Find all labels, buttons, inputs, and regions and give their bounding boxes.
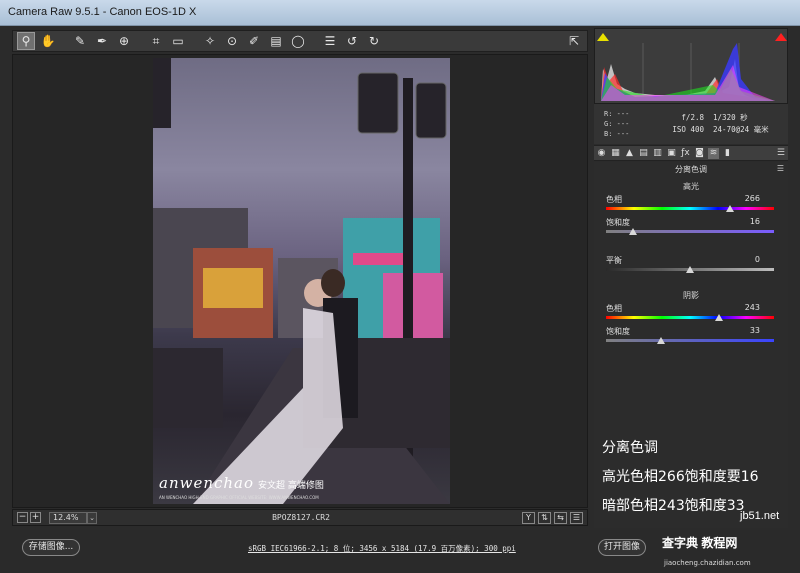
site-watermark-top: jb51.net: [740, 510, 780, 522]
panel-menu-icon[interactable]: ☰: [777, 148, 785, 158]
slider-thumb[interactable]: [726, 205, 735, 212]
panel-tab-7[interactable]: ƒx: [680, 148, 691, 159]
panel-tab-2[interactable]: ▦: [610, 148, 621, 159]
view-option-3-icon[interactable]: ⇆: [554, 511, 567, 524]
view-option-1-icon[interactable]: Y: [522, 511, 535, 524]
rgb-readout: R: --- G: --- B: ---: [604, 110, 630, 138]
note-line-1: 分离色调: [602, 440, 658, 456]
workflow-options-link[interactable]: sRGB IEC61966-2.1; 8 位; 3456 x 5184 (17.…: [248, 543, 516, 554]
panel-tab-5[interactable]: ▥: [652, 148, 663, 159]
shadows-hue-slider[interactable]: 色相 243: [606, 303, 774, 327]
histogram: [594, 28, 788, 104]
preferences-icon[interactable]: ☰: [321, 32, 339, 50]
panel-tab-8[interactable]: ◙: [694, 148, 705, 159]
radial-filter-icon[interactable]: ◯: [289, 32, 307, 50]
window-title: Camera Raw 9.5.1 - Canon EOS-1D X: [8, 6, 197, 18]
shadows-saturation-slider[interactable]: 饱和度 33: [606, 326, 774, 350]
white-balance-tool-icon[interactable]: ✎: [71, 32, 89, 50]
panel-tab-6[interactable]: ▣: [666, 148, 677, 159]
slider-track[interactable]: [606, 339, 774, 342]
slider-track[interactable]: [606, 316, 774, 319]
red-eye-removal-tool-icon[interactable]: ⊙: [223, 32, 241, 50]
image-preview-area: anwenchao 安文超 高端修图 AN WENCHAO HIGH-END GR…: [12, 54, 588, 508]
panel-tab-1[interactable]: ◉: [596, 148, 607, 159]
view-options: Y ⇅ ⇆ ☰: [522, 511, 583, 524]
targeted-adjustment-tool-icon[interactable]: ⊕: [115, 32, 133, 50]
filename-label: BPOZ8127.CR2: [272, 513, 330, 522]
color-sampler-tool-icon[interactable]: ✒: [93, 32, 111, 50]
open-image-button[interactable]: 打开图像: [598, 539, 646, 556]
balance-slider[interactable]: 平衡 0: [606, 255, 774, 279]
rotate-left-icon[interactable]: ↺: [343, 32, 361, 50]
zoom-dropdown-icon[interactable]: ⌄: [87, 511, 97, 524]
highlights-hue-slider[interactable]: 色相 266: [606, 194, 774, 218]
photo-preview[interactable]: anwenchao 安文超 高端修图 AN WENCHAO HIGH-END GR…: [153, 58, 450, 504]
note-line-3: 暗部色相243饱和度33: [602, 498, 745, 514]
slider-thumb[interactable]: [657, 337, 666, 344]
panel-tab-3[interactable]: ▲: [624, 148, 635, 159]
photo-illustration: [153, 58, 450, 504]
zoom-tool-icon[interactable]: ⚲: [17, 32, 35, 50]
shutter-speed: 1/320 秒: [713, 113, 748, 122]
panel-tab-10[interactable]: ▮: [722, 148, 733, 159]
zoom-out-button[interactable]: −: [17, 512, 28, 523]
note-line-2: 高光色相266饱和度要16: [602, 469, 759, 485]
slider-thumb[interactable]: [715, 314, 724, 321]
panel-tab-4[interactable]: ▤: [638, 148, 649, 159]
highlights-title: 高光: [683, 182, 699, 191]
watermark-brand: anwenchao 安文超 高端修图: [159, 474, 324, 492]
highlights-saturation-slider[interactable]: 饱和度 16: [606, 217, 774, 241]
panel-tabs: ◉ ▦ ▲ ▤ ▥ ▣ ƒx ◙ ≋ ▮ ☰: [594, 145, 788, 161]
graduated-filter-icon[interactable]: ▤: [267, 32, 285, 50]
fullscreen-icon[interactable]: ⇱: [565, 32, 583, 50]
toolbar: ⚲ ✋ ✎ ✒ ⊕ ⌗ ▭ ✧ ⊙ ✐ ▤ ◯ ☰ ↺ ↻ ⇱: [12, 30, 588, 52]
highlight-clipping-icon: [775, 33, 787, 41]
view-option-2-icon[interactable]: ⇅: [538, 511, 551, 524]
shadows-title: 阴影: [683, 291, 699, 300]
site-watermark-url: jiaocheng.chazidian.com: [664, 559, 751, 567]
panel-title: 分离色调: [675, 165, 707, 174]
site-watermark: 查字典 教程网: [662, 536, 738, 550]
window-title-bar: Camera Raw 9.5.1 - Canon EOS-1D X: [0, 0, 800, 26]
shadow-clipping-icon: [597, 33, 609, 41]
slider-thumb[interactable]: [686, 266, 694, 273]
spot-removal-tool-icon[interactable]: ✧: [201, 32, 219, 50]
panel-tab-9[interactable]: ≋: [708, 147, 719, 159]
watermark-subtitle: AN WENCHAO HIGH-END GRAPHIC OFFICIAL WEB…: [159, 495, 319, 500]
status-bar: − + 12.4% ⌄ BPOZ8127.CR2 Y ⇅ ⇆ ☰: [12, 509, 588, 526]
save-image-button[interactable]: 存储图像...: [22, 539, 80, 556]
hand-tool-icon[interactable]: ✋: [39, 32, 57, 50]
panel-options-icon[interactable]: ☰: [777, 164, 784, 173]
straighten-tool-icon[interactable]: ▭: [169, 32, 187, 50]
adjustment-brush-icon[interactable]: ✐: [245, 32, 263, 50]
zoom-level[interactable]: 12.4%: [49, 511, 87, 524]
aperture: f/2.8: [681, 113, 704, 122]
view-option-4-icon[interactable]: ☰: [570, 511, 583, 524]
rotate-right-icon[interactable]: ↻: [365, 32, 383, 50]
slider-track[interactable]: [606, 207, 774, 210]
crop-tool-icon[interactable]: ⌗: [147, 32, 165, 50]
histogram-graph: [597, 33, 787, 101]
iso: ISO 400: [672, 125, 704, 134]
exif-readout: R: --- G: --- B: --- f/2.8 1/320 秒 ISO 4…: [594, 104, 788, 144]
slider-thumb[interactable]: [628, 228, 637, 235]
camera-info: f/2.8 1/320 秒 ISO 400 24-70@24 毫米: [660, 112, 769, 136]
zoom-in-button[interactable]: +: [30, 512, 41, 523]
lens: 24-70@24 毫米: [713, 125, 769, 134]
